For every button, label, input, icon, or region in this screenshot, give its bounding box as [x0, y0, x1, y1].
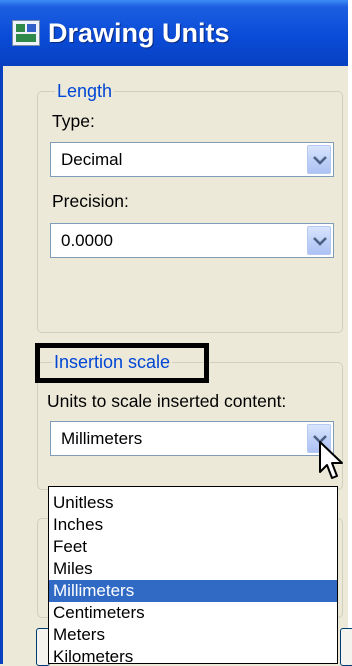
option-feet[interactable]: Feet — [49, 536, 337, 558]
highlight-frame — [35, 343, 209, 383]
option-meters[interactable]: Meters — [49, 624, 337, 646]
chevron-down-icon — [313, 237, 327, 246]
units-value: Millimeters — [61, 429, 143, 448]
window-edge — [348, 0, 352, 664]
option-kilometers[interactable]: Kilometers — [49, 646, 337, 663]
option-millimeters[interactable]: Millimeters — [49, 580, 337, 602]
type-dropdown-button[interactable] — [307, 145, 331, 174]
option-miles[interactable]: Miles — [49, 558, 337, 580]
units-combobox[interactable]: Millimeters — [50, 421, 334, 456]
precision-value: 0.0000 — [61, 231, 113, 250]
option-inches[interactable]: Inches — [49, 514, 337, 536]
precision-combobox[interactable]: 0.0000 — [50, 223, 334, 258]
type-label: Type: — [52, 111, 95, 131]
precision-dropdown-button[interactable] — [307, 226, 331, 255]
type-combobox[interactable]: Decimal — [50, 142, 334, 177]
units-label: Units to scale inserted content: — [47, 391, 287, 411]
help-button[interactable] — [340, 628, 352, 666]
chevron-down-icon — [313, 156, 327, 165]
units-dropdown-list[interactable]: Unitless Inches Feet Miles Millimeters C… — [48, 486, 338, 664]
type-value: Decimal — [61, 150, 123, 169]
title-bar[interactable]: Drawing Units — [0, 0, 352, 66]
option-centimeters[interactable]: Centimeters — [49, 602, 337, 624]
length-legend: Length — [55, 80, 115, 102]
window-title: Drawing Units — [48, 18, 230, 48]
precision-label: Precision: — [52, 191, 129, 211]
drawing-units-icon — [12, 20, 40, 46]
mouse-pointer-icon — [319, 441, 343, 479]
option-unitless[interactable]: Unitless — [49, 492, 337, 514]
